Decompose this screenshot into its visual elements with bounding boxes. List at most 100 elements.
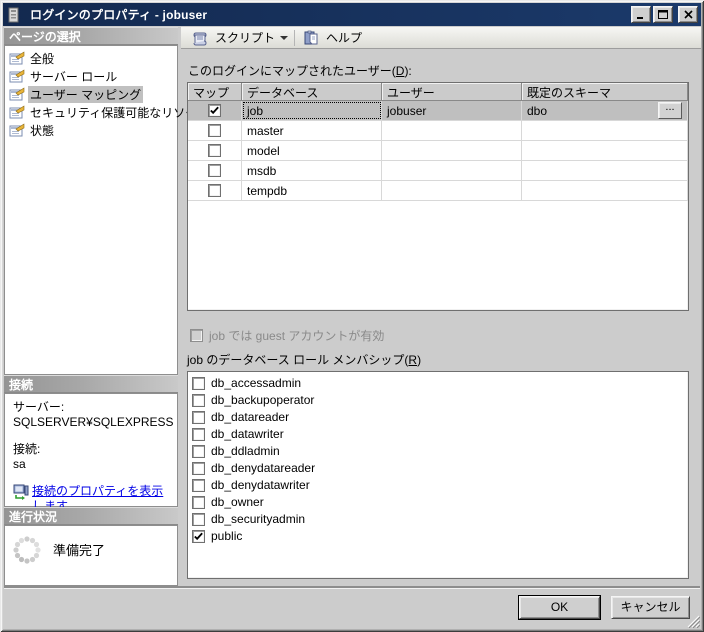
sidebar-item-label: セキュリティ保護可能なリソース bbox=[30, 105, 209, 120]
sidebar-item-server-roles[interactable]: サーバー ロール bbox=[5, 67, 177, 85]
maximize-button[interactable] bbox=[653, 6, 673, 23]
role-item[interactable]: db_denydatawriter bbox=[190, 477, 686, 493]
script-button[interactable]: スクリプト bbox=[188, 28, 292, 48]
ok-button[interactable]: OK bbox=[518, 595, 601, 620]
role-checkbox[interactable] bbox=[192, 376, 205, 390]
schema-cell[interactable] bbox=[522, 181, 688, 200]
role-checkbox[interactable] bbox=[192, 427, 205, 441]
role-item[interactable]: db_datareader bbox=[190, 409, 686, 425]
role-checkbox[interactable] bbox=[192, 495, 205, 509]
table-row-model[interactable]: model bbox=[188, 141, 688, 161]
table-row-job[interactable]: job jobuser dbo ... bbox=[188, 101, 688, 121]
toolbar-separator bbox=[294, 29, 296, 46]
connection-panel: サーバー: SQLSERVER¥SQLEXPRESS 接続: sa 接続のプロパ… bbox=[4, 393, 178, 513]
page-icon bbox=[9, 51, 25, 65]
table-row-master[interactable]: master bbox=[188, 121, 688, 141]
role-checkbox[interactable] bbox=[192, 410, 205, 424]
role-label: db_denydatareader bbox=[211, 461, 316, 475]
user-cell[interactable]: jobuser bbox=[382, 101, 522, 120]
connection-label: 接続: bbox=[13, 442, 41, 456]
user-cell[interactable] bbox=[382, 181, 522, 200]
schema-cell[interactable] bbox=[522, 141, 688, 160]
progress-panel: 準備完了 bbox=[4, 525, 178, 586]
database-cell[interactable]: job bbox=[242, 101, 382, 120]
sidebar-item-label: 全般 bbox=[30, 51, 55, 66]
mapped-users-label-post: ): bbox=[404, 64, 412, 78]
close-button[interactable] bbox=[678, 6, 698, 23]
table-row-tempdb[interactable]: tempdb bbox=[188, 181, 688, 201]
resize-grip[interactable] bbox=[687, 615, 700, 628]
minimize-icon bbox=[637, 17, 643, 19]
role-checkbox[interactable] bbox=[192, 512, 205, 526]
maximize-icon bbox=[658, 10, 668, 19]
sidebar-item-securables[interactable]: セキュリティ保護可能なリソース bbox=[5, 103, 209, 121]
server-value: SQLSERVER¥SQLEXPRESS bbox=[13, 415, 174, 429]
role-checkbox[interactable] bbox=[192, 444, 205, 458]
database-cell[interactable]: model bbox=[242, 141, 382, 160]
browse-schema-button[interactable]: ... bbox=[658, 102, 682, 119]
map-checkbox[interactable] bbox=[208, 104, 221, 117]
role-checkbox[interactable] bbox=[192, 529, 205, 543]
sidebar-item-label: 状態 bbox=[30, 123, 55, 138]
role-label: db_accessadmin bbox=[211, 376, 302, 390]
column-header-user[interactable]: ユーザー bbox=[382, 83, 522, 101]
role-item[interactable]: db_datawriter bbox=[190, 426, 686, 442]
page-icon bbox=[9, 69, 25, 83]
map-checkbox[interactable] bbox=[208, 184, 221, 197]
user-cell[interactable] bbox=[382, 141, 522, 160]
sidebar-item-user-mapping[interactable]: ユーザー マッピング bbox=[5, 85, 177, 103]
role-label: db_datareader bbox=[211, 410, 290, 424]
table-row-msdb[interactable]: msdb bbox=[188, 161, 688, 181]
role-item[interactable]: db_ddladmin bbox=[190, 443, 686, 459]
role-label: db_denydatawriter bbox=[211, 478, 310, 492]
roles-label-accesskey: R bbox=[408, 353, 418, 367]
database-cell[interactable]: master bbox=[242, 121, 382, 140]
map-cell bbox=[188, 101, 242, 120]
role-checkbox[interactable] bbox=[192, 478, 205, 492]
table-header-row: マップ データベース ユーザー 既定のスキーマ bbox=[188, 83, 688, 101]
role-label: db_securityadmin bbox=[211, 512, 306, 526]
sidebar-item-label: ユーザー マッピング bbox=[28, 85, 144, 103]
schema-cell[interactable] bbox=[522, 161, 688, 180]
window-title: ログインのプロパティ - jobuser bbox=[30, 8, 208, 22]
role-item[interactable]: db_denydatareader bbox=[190, 460, 686, 476]
sidebar-item-general[interactable]: 全般 bbox=[5, 49, 177, 67]
map-cell bbox=[188, 141, 242, 160]
user-cell[interactable] bbox=[382, 161, 522, 180]
schema-cell[interactable]: dbo ... bbox=[522, 101, 688, 120]
connection-properties-icon bbox=[13, 484, 29, 500]
role-item[interactable]: db_securityadmin bbox=[190, 511, 686, 527]
dropdown-arrow-icon[interactable] bbox=[280, 35, 289, 40]
role-item[interactable]: db_backupoperator bbox=[190, 392, 686, 408]
cancel-button[interactable]: キャンセル bbox=[611, 596, 690, 619]
role-label: public bbox=[211, 529, 243, 543]
column-header-database[interactable]: データベース bbox=[242, 83, 382, 101]
role-label: db_datawriter bbox=[211, 427, 284, 441]
role-item[interactable]: db_owner bbox=[190, 494, 686, 510]
user-cell[interactable] bbox=[382, 121, 522, 140]
sidebar-item-label: サーバー ロール bbox=[30, 69, 118, 84]
role-item[interactable]: db_accessadmin bbox=[190, 375, 686, 391]
help-icon bbox=[304, 30, 318, 44]
minimize-button[interactable] bbox=[631, 6, 651, 23]
database-cell[interactable]: tempdb bbox=[242, 181, 382, 200]
map-cell bbox=[188, 181, 242, 200]
role-checkbox[interactable] bbox=[192, 461, 205, 475]
map-checkbox[interactable] bbox=[208, 124, 221, 137]
role-checkbox[interactable] bbox=[192, 393, 205, 407]
column-header-default-schema[interactable]: 既定のスキーマ bbox=[522, 83, 688, 101]
connection-value: sa bbox=[13, 457, 26, 471]
database-cell[interactable]: msdb bbox=[242, 161, 382, 180]
schema-cell[interactable] bbox=[522, 121, 688, 140]
map-checkbox[interactable] bbox=[208, 164, 221, 177]
help-button[interactable]: ヘルプ bbox=[299, 28, 366, 48]
server-label: サーバー: bbox=[13, 400, 65, 414]
map-checkbox[interactable] bbox=[208, 144, 221, 157]
role-label: db_owner bbox=[211, 495, 264, 509]
role-item[interactable]: public bbox=[190, 528, 686, 544]
column-header-map[interactable]: マップ bbox=[188, 83, 242, 101]
database-roles-list: db_accessadmin db_backupoperator db_data… bbox=[187, 371, 689, 579]
sidebar-item-status[interactable]: 状態 bbox=[5, 121, 177, 139]
title-bar[interactable]: ログインのプロパティ - jobuser bbox=[3, 3, 701, 26]
page-icon bbox=[9, 87, 25, 101]
